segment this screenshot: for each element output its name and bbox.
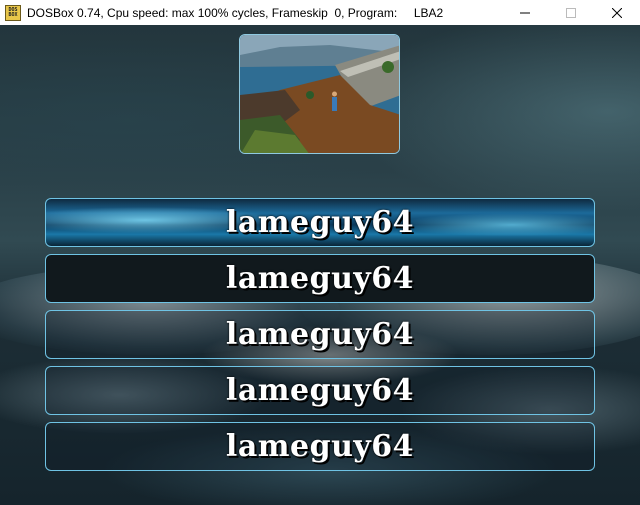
save-slot-3[interactable]: lameguy64	[45, 310, 595, 359]
save-slot-5[interactable]: lameguy64	[45, 422, 595, 471]
save-slot-name: lameguy64	[225, 429, 415, 464]
close-button[interactable]	[594, 0, 640, 25]
save-slot-name: lameguy64	[225, 261, 415, 296]
dosbox-icon: DOS BOX	[5, 4, 21, 21]
save-slot-1[interactable]: lameguy64	[45, 198, 595, 247]
game-screen[interactable]: lameguy64 lameguy64 lameguy64 lameguy64 …	[0, 25, 640, 505]
minimize-button[interactable]	[502, 0, 548, 25]
save-slot-name: lameguy64	[225, 317, 415, 352]
window-controls	[502, 0, 640, 25]
save-slot-name: lameguy64	[225, 373, 415, 408]
save-slot-name: lameguy64	[225, 205, 415, 240]
maximize-icon	[566, 7, 576, 18]
close-icon	[612, 7, 622, 18]
window-title: DOSBox 0.74, Cpu speed: max 100% cycles,…	[27, 5, 444, 20]
maximize-button[interactable]	[548, 0, 594, 25]
minimize-icon	[520, 12, 530, 13]
icon-text-line-2: BOX	[8, 11, 18, 18]
savegame-preview-image	[239, 34, 400, 154]
save-slot-2[interactable]: lameguy64	[45, 254, 595, 303]
save-slot-4[interactable]: lameguy64	[45, 366, 595, 415]
window-title-bar[interactable]: DOS BOX DOSBox 0.74, Cpu speed: max 100%…	[0, 0, 640, 25]
